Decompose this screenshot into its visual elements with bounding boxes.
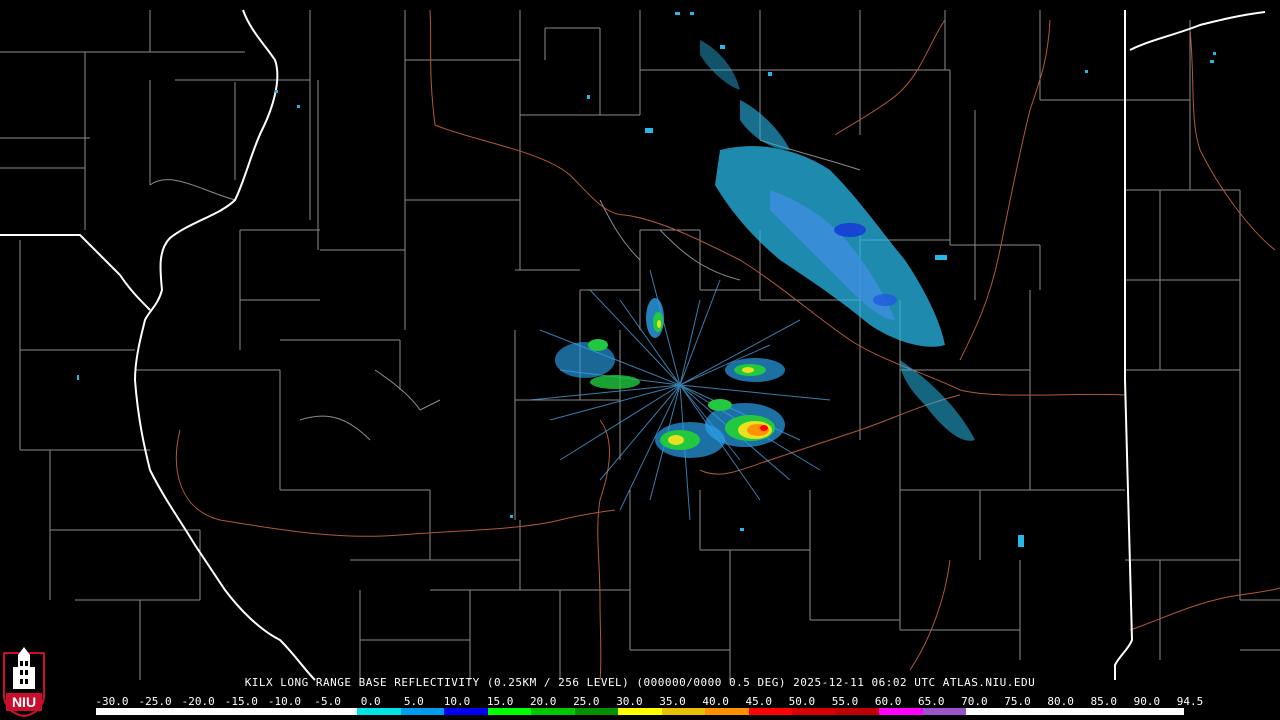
colorbar-segment — [705, 708, 749, 715]
colorbar-segment — [357, 708, 401, 715]
rivers — [175, 9, 1280, 681]
colorbar-segment — [879, 708, 923, 715]
colorbar-segment — [400, 708, 445, 715]
colorbar-segment — [226, 708, 271, 715]
colorbar-segment — [792, 708, 836, 715]
colorbar-tick-label: 15.0 — [486, 695, 514, 708]
colorbar-tick-label: 5.0 — [403, 695, 424, 708]
colorbar-tick-label: 40.0 — [702, 695, 729, 708]
colorbar-tick-label: 25.0 — [573, 695, 600, 708]
reflectivity-echoes — [77, 12, 1216, 547]
colorbar-tick-label: 80.0 — [1047, 695, 1074, 708]
colorbar-segment — [574, 708, 619, 715]
colorbar-tick-label: 0.0 — [360, 695, 381, 708]
colorbar-segment — [531, 708, 575, 715]
colorbar-tick-label: 60.0 — [874, 695, 902, 708]
niu-logo-text: NIU — [12, 694, 36, 710]
radar-spokes — [529, 269, 831, 521]
colorbar-tick-label: 90.0 — [1133, 695, 1161, 708]
colorbar-tick-label: -10.0 — [267, 695, 302, 708]
colorbar-tick-label: 35.0 — [659, 695, 686, 708]
reflectivity-colorbar — [96, 708, 1184, 715]
colorbar-segment — [835, 708, 880, 715]
colorbar-segment — [966, 708, 1010, 715]
colorbar-segment — [183, 708, 227, 715]
colorbar-segment — [96, 708, 140, 715]
colorbar-segment — [270, 708, 314, 715]
colorbar-tick-label: 70.0 — [961, 695, 988, 708]
colorbar-tick-label: 10.0 — [443, 695, 471, 708]
colorbar-segment — [1009, 708, 1054, 715]
colorbar-segment — [1140, 708, 1184, 715]
state-boundaries — [0, 9, 1266, 681]
niu-logo: NIU — [3, 647, 45, 717]
colorbar-tick-label: 85.0 — [1090, 695, 1118, 708]
colorbar-tick-label: -25.0 — [138, 695, 172, 708]
colorbar-segment — [748, 708, 793, 715]
colorbar-tick-label: 30.0 — [616, 695, 643, 708]
colorbar-segment — [661, 708, 706, 715]
colorbar-segment — [487, 708, 532, 715]
colorbar-tick-label: 45.0 — [745, 695, 773, 708]
colorbar-segment — [313, 708, 358, 715]
colorbar-tick-labels: -30.0 -25.0 -20.0 -15.0 -10.0 -5.0 0.0 5.0 10.0 1… — [94, 695, 1203, 708]
colorbar-tick-label: -15.0 — [224, 695, 258, 708]
colorbar-tick-label: -30.0 — [95, 695, 129, 708]
colorbar-tick-label: -20.0 — [181, 695, 215, 708]
colorbar-tick-label: 20.0 — [529, 695, 557, 708]
county-boundaries — [0, 10, 1280, 680]
colorbar-tick-label: 75.0 — [1004, 695, 1031, 708]
scattered-echoes — [77, 12, 1216, 547]
colorbar-tick-label: 55.0 — [831, 695, 859, 708]
colorbar-segment — [1096, 708, 1141, 715]
colorbar-tick-label: 94.5 — [1176, 695, 1204, 708]
product-title: KILX LONG RANGE BASE REFLECTIVITY (0.25K… — [244, 676, 1036, 689]
colorbar-segment — [444, 708, 488, 715]
colorbar-segment — [1053, 708, 1097, 715]
colorbar-segment — [618, 708, 662, 715]
colorbar-tick-label: -5.0 — [314, 695, 341, 708]
radar-cells — [555, 298, 785, 458]
colorbar-tick-label: 65.0 — [918, 695, 945, 708]
colorbar-segment — [139, 708, 184, 715]
radar-map — [0, 9, 1280, 681]
colorbar-tick-label: 50.0 — [788, 695, 816, 708]
colorbar-segment — [922, 708, 967, 715]
